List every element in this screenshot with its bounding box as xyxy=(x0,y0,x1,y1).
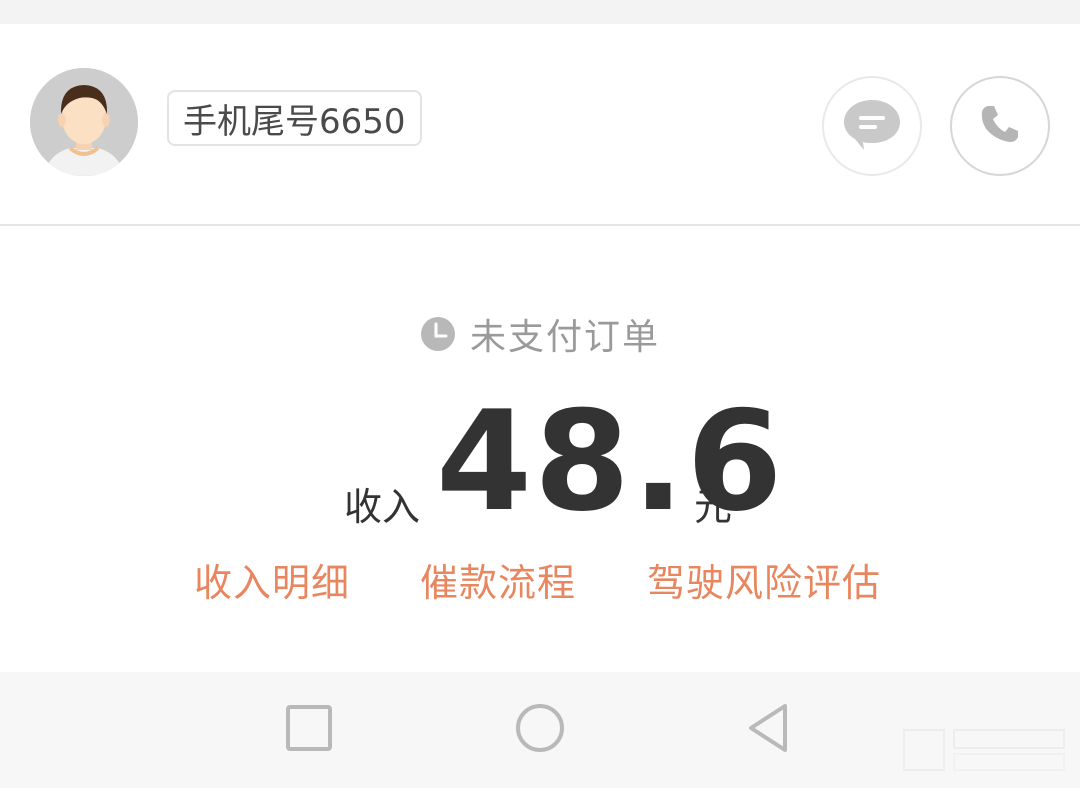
home-button[interactable] xyxy=(510,700,570,760)
call-button[interactable] xyxy=(950,76,1050,176)
phone-icon xyxy=(978,102,1022,150)
income-amount: 收入 48.6 元 xyxy=(0,392,1080,532)
order-page: 手机尾号6650 未支付订单 收入 48.6 元 收入明细 催款流程 驾驶风险评… xyxy=(0,0,1080,788)
currency-unit: 元 xyxy=(694,485,733,529)
phone-tail-tag: 手机尾号6650 xyxy=(167,90,422,146)
income-detail-link[interactable]: 收入明细 xyxy=(194,552,350,607)
back-button[interactable] xyxy=(739,700,799,760)
order-status-text: 未支付订单 xyxy=(469,317,660,358)
clock-icon xyxy=(420,316,456,352)
amount-value: 48.6 xyxy=(436,381,785,542)
square-icon xyxy=(285,704,333,756)
driving-risk-assessment-link[interactable]: 驾驶风险评估 xyxy=(647,552,881,607)
action-links: 收入明细 催款流程 驾驶风险评估 xyxy=(0,552,1080,608)
watermark xyxy=(902,722,1072,782)
status-bar-strip xyxy=(0,0,1080,24)
user-avatar-icon xyxy=(30,68,138,176)
triangle-back-icon xyxy=(745,702,793,758)
order-status: 未支付订单 xyxy=(0,308,1080,360)
income-label: 收入 xyxy=(344,485,421,529)
passenger-header: 手机尾号6650 xyxy=(0,24,1080,226)
circle-icon xyxy=(514,702,566,758)
collection-process-link[interactable]: 催款流程 xyxy=(420,552,576,607)
chat-bubble-icon xyxy=(842,96,902,156)
message-button[interactable] xyxy=(822,76,922,176)
recent-apps-button[interactable] xyxy=(279,700,339,760)
